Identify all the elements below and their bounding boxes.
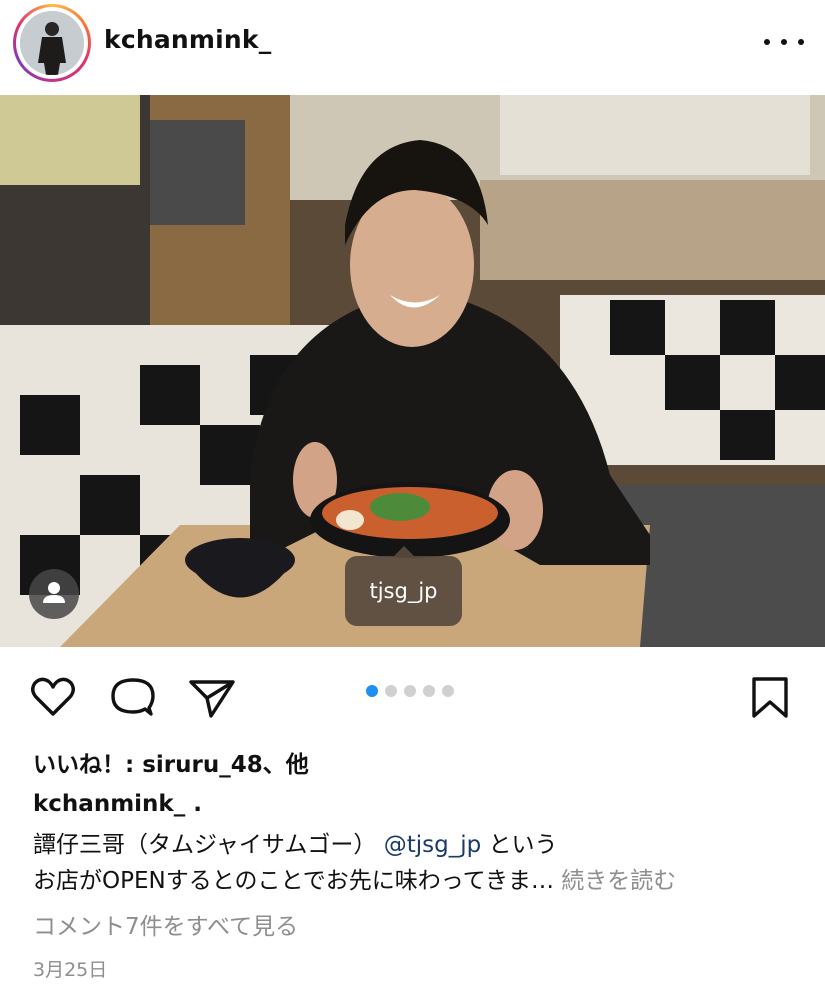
save-button[interactable] <box>745 674 795 720</box>
bookmark-icon <box>752 677 788 718</box>
read-more-link[interactable]: 続きを読む <box>561 868 676 894</box>
carousel-dot <box>366 685 378 697</box>
caption-text-end: という <box>488 832 558 858</box>
carousel-dot <box>404 685 416 697</box>
likes-summary[interactable]: いいね！: siruru_48、他 <box>33 745 309 779</box>
more-horizontal-icon <box>764 39 770 45</box>
carousel-dot <box>423 685 435 697</box>
person-icon <box>43 582 65 603</box>
comment-bubble-icon <box>111 678 155 716</box>
caption-text-2: お店がOPENするとのことでお先に味わってきま… <box>33 868 554 894</box>
like-button[interactable] <box>28 674 78 720</box>
tile-wall-right <box>560 295 825 465</box>
avatar <box>20 11 84 75</box>
caption-author[interactable]: kchanmink_ . <box>33 791 202 817</box>
caption-line-1: 譚仔三哥（タムジャイサムゴー） @tjsg_jp という <box>33 825 558 859</box>
paper-plane-icon <box>189 680 235 718</box>
product-tag[interactable]: tjsg_jp <box>345 546 462 626</box>
carousel-dot <box>385 685 397 697</box>
caption-line-2: お店がOPENするとのことでお先に味わってきま… 続きを読む <box>33 861 676 895</box>
post-header: kchanmink_ <box>0 0 825 95</box>
share-button[interactable] <box>187 674 237 720</box>
post-date: 3月25日 <box>33 959 108 981</box>
caption-mention-link[interactable]: @tjsg_jp <box>384 832 481 858</box>
story-ring[interactable] <box>13 4 91 82</box>
tagged-people-button[interactable] <box>29 569 79 619</box>
avatar-photo <box>20 11 84 75</box>
post-username[interactable]: kchanmink_ <box>104 25 271 54</box>
comment-button[interactable] <box>107 674 157 720</box>
carousel-dot <box>442 685 454 697</box>
carousel-indicator <box>366 685 454 697</box>
caption-text: 譚仔三哥（タムジャイサムゴー） <box>33 832 377 858</box>
more-options-button[interactable] <box>764 30 804 54</box>
view-all-comments-link[interactable]: コメント7件をすべて見る <box>33 907 298 941</box>
heart-icon <box>31 677 75 716</box>
